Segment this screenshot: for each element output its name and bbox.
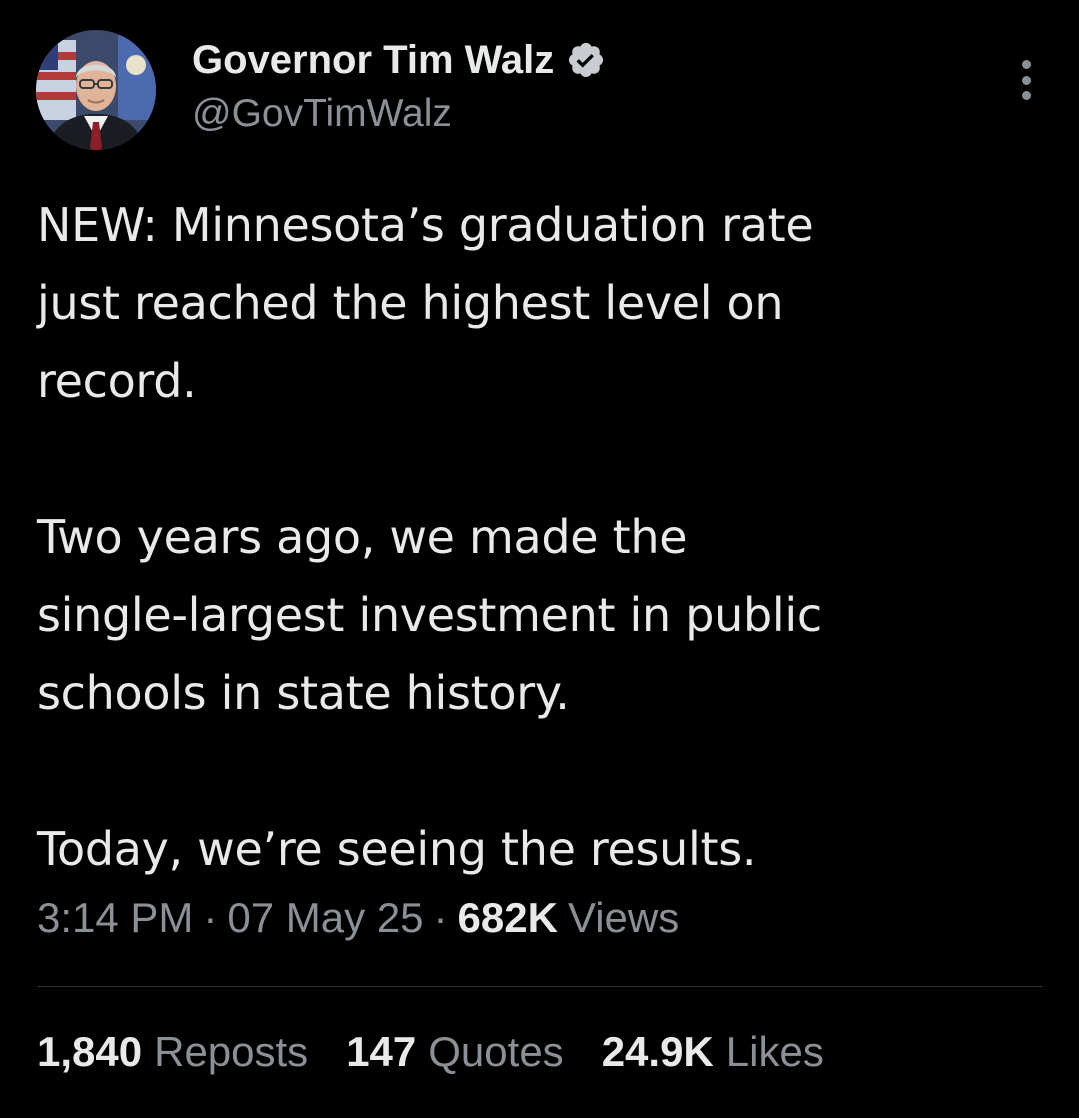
reposts-stat[interactable]: 1,840 Reposts <box>37 1028 308 1076</box>
tweet-paragraph: Two years ago, we made the single-larges… <box>37 510 822 720</box>
divider <box>37 986 1043 987</box>
verified-badge-icon[interactable] <box>566 40 606 80</box>
quotes-count: 147 <box>346 1028 417 1075</box>
meta-separator: · <box>203 894 218 941</box>
tweet-time[interactable]: 3:14 PM <box>37 894 193 942</box>
tweet-text: NEW: Minnesota’s graduation rate just re… <box>37 186 1047 888</box>
engagement-stats: 1,840 Reposts 147 Quotes 24.9K Likes <box>37 1028 824 1076</box>
meta-separator: · <box>433 894 448 941</box>
views-count[interactable]: 682K <box>458 894 558 942</box>
reposts-label: Reposts <box>154 1028 309 1075</box>
tweet-header: Governor Tim Walz @GovTimWalz <box>36 30 1046 154</box>
likes-stat[interactable]: 24.9K Likes <box>602 1028 824 1076</box>
avatar[interactable] <box>36 30 156 150</box>
reposts-count: 1,840 <box>37 1028 143 1075</box>
quotes-label: Quotes <box>428 1028 564 1075</box>
author-name-row: Governor Tim Walz <box>192 36 606 84</box>
tweet-paragraph: NEW: Minnesota’s graduation rate just re… <box>37 198 814 408</box>
author-display-name[interactable]: Governor Tim Walz <box>192 38 554 83</box>
more-options-icon[interactable] <box>1014 60 1038 100</box>
quotes-stat[interactable]: 147 Quotes <box>346 1028 564 1076</box>
tweet-date[interactable]: 07 May 25 <box>227 894 423 942</box>
likes-count: 24.9K <box>601 1028 714 1075</box>
tweet-metadata: 3:14 PM · 07 May 25 · 682K Views <box>37 894 679 942</box>
likes-label: Likes <box>725 1028 824 1075</box>
tweet-paragraph: Today, we’re seeing the results. <box>37 822 757 876</box>
views-label[interactable]: Views <box>568 894 679 942</box>
profile-photo <box>36 30 156 150</box>
author-handle[interactable]: @GovTimWalz <box>192 92 452 136</box>
